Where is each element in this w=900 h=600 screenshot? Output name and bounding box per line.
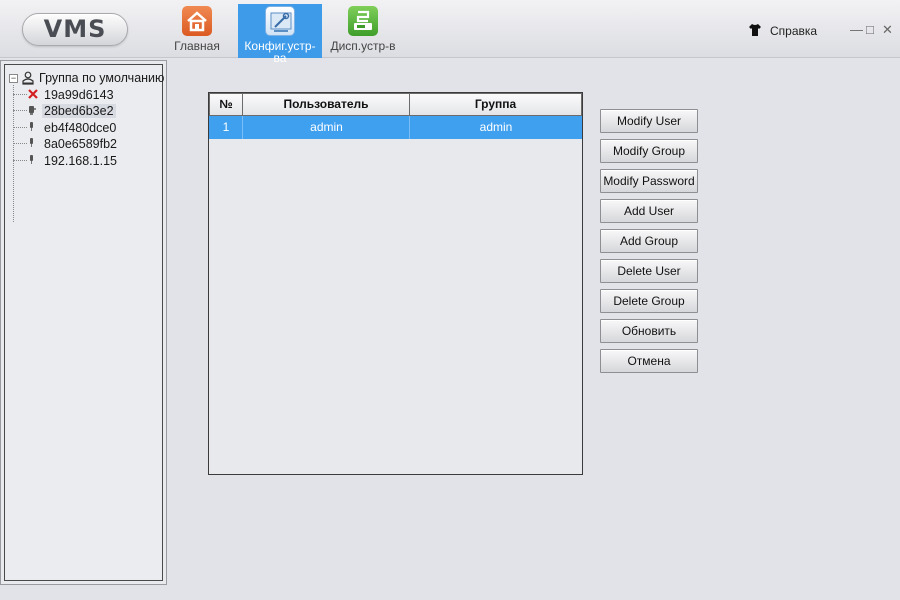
camera-icon [27,137,39,149]
table-header: № Пользователь Группа [209,93,582,116]
tab-home[interactable]: Главная [172,4,222,58]
tree-item-label: eb4f480dce0 [44,121,117,135]
tree-root-default-group[interactable]: − Группа по умолчанию [9,70,164,86]
collapse-icon[interactable]: − [9,74,18,83]
camera-icon [27,104,39,116]
delete-user-button[interactable]: Delete User [600,259,698,283]
refresh-button[interactable]: Обновить [600,319,698,343]
tree-item-device[interactable]: 8a0e6589fb2 [13,136,119,152]
tree-item-device[interactable]: 19a99d6143 [13,87,116,103]
cell-group: admin [409,116,582,139]
tree-item-device[interactable]: 28bed6b3e2 [13,103,116,119]
tab-device-config[interactable]: Конфиг.устр-ва [238,4,322,64]
close-button[interactable]: ✕ [882,22,893,38]
column-header-number[interactable]: № [209,93,243,116]
tree-item-label: 192.168.1.15 [44,154,117,168]
tree-root-label: Группа по умолчанию [39,71,165,85]
maximize-button[interactable]: □ [866,22,874,38]
modify-group-button[interactable]: Modify Group [600,139,698,163]
tab-device-manager-label: Дисп.устр-в [330,39,396,53]
home-icon [182,6,212,36]
tree-item-label: 28bed6b3e2 [42,104,116,118]
device-tree-panel: − Группа по умолчанию 19a99d6143 28bed6b… [0,60,167,585]
group-icon [21,71,35,85]
tree-item-label: 19a99d6143 [44,88,114,102]
cell-user: admin [242,116,410,139]
cell-number: 1 [222,120,230,134]
tab-home-label: Главная [174,39,220,53]
tree-item-device[interactable]: 192.168.1.15 [13,153,119,169]
cancel-button[interactable]: Отмена [600,349,698,373]
device-config-icon [265,6,295,36]
column-header-user[interactable]: Пользователь [242,93,410,116]
tab-device-config-label: Конфиг.устр-ва [244,39,316,65]
app-logo: VMS [22,13,128,46]
modify-password-button[interactable]: Modify Password [600,169,698,193]
shirt-icon [748,23,762,37]
table-row[interactable]: 1 admin admin [209,116,582,139]
help-menu[interactable]: Справка [748,22,817,40]
tree-item-label: 8a0e6589fb2 [44,137,117,151]
add-user-button[interactable]: Add User [600,199,698,223]
device-tree: − Группа по умолчанию 19a99d6143 28bed6b… [4,64,164,581]
top-toolbar: VMS Главная Конфиг.устр-ва Дисп.устр-в С… [0,0,900,64]
tree-item-device[interactable]: eb4f480dce0 [13,120,118,136]
device-offline-icon [27,88,39,100]
camera-icon [27,154,39,166]
column-header-group[interactable]: Группа [409,93,582,116]
device-manager-icon [348,6,378,36]
add-group-button[interactable]: Add Group [600,229,698,253]
camera-icon [27,121,39,133]
minimize-button[interactable]: — [850,22,863,38]
users-table: № Пользователь Группа 1 admin admin [208,92,583,475]
tab-device-manager[interactable]: Дисп.устр-в [329,4,397,58]
delete-group-button[interactable]: Delete Group [600,289,698,313]
help-label: Справка [770,24,818,38]
modify-user-button[interactable]: Modify User [600,109,698,133]
